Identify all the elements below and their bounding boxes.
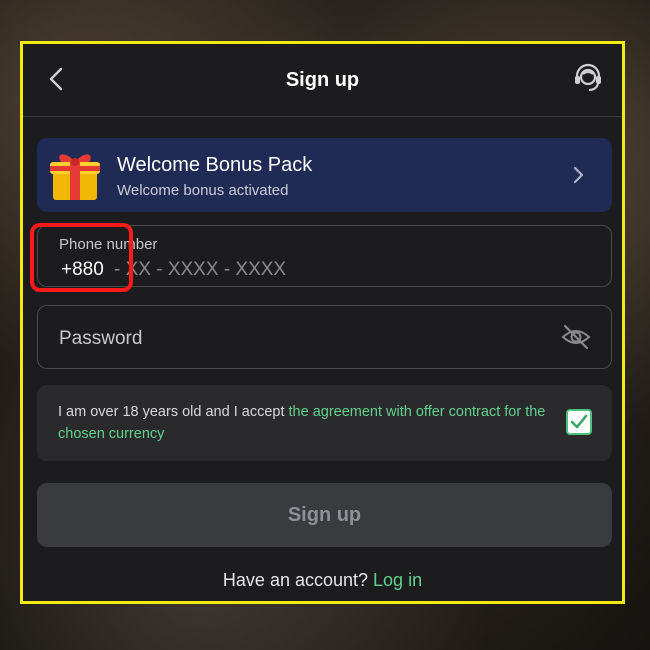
checkmark-icon: [570, 414, 588, 429]
bonus-subtitle: Welcome bonus activated: [117, 182, 289, 199]
bonus-title: Welcome Bonus Pack: [117, 154, 313, 176]
agreement-box: I am over 18 years old and I accept the …: [37, 385, 612, 461]
phone-input-mask[interactable]: - XX - XXXX - XXXX: [114, 259, 286, 281]
agreement-checkbox[interactable]: [566, 409, 592, 435]
signup-button[interactable]: Sign up: [37, 483, 612, 547]
page-title: Sign up: [285, 68, 360, 91]
login-prompt-text: Have an account?: [222, 570, 374, 590]
agreement-text-block: I am over 18 years old and I accept the …: [58, 401, 553, 445]
header: Sign up: [23, 44, 622, 117]
eye-hidden-icon[interactable]: [561, 324, 591, 350]
login-prompt: Have an account? Log in: [23, 570, 622, 591]
welcome-bonus-banner[interactable]: Welcome Bonus Pack Welcome bonus activat…: [37, 138, 612, 212]
support-headset-icon[interactable]: [572, 62, 604, 94]
login-link[interactable]: Log in: [373, 570, 422, 590]
back-arrow-icon[interactable]: [45, 66, 71, 92]
country-code[interactable]: +880: [61, 259, 104, 281]
phone-number-field[interactable]: Phone number +880 - XX - XXXX - XXXX: [37, 225, 612, 287]
signup-panel: Sign up Welcome Bonus Pack Welcome bonus…: [20, 41, 625, 604]
password-field[interactable]: Password: [37, 305, 612, 369]
password-placeholder: Password: [59, 328, 143, 349]
phone-label: Phone number: [59, 236, 158, 253]
gift-icon: [50, 154, 100, 200]
chevron-right-icon: [573, 166, 584, 184]
agreement-text: I am over 18 years old and I accept: [58, 404, 289, 420]
